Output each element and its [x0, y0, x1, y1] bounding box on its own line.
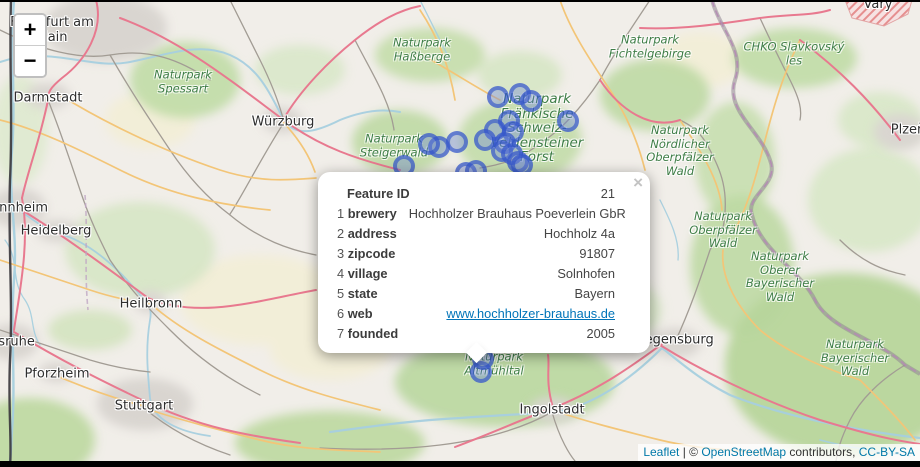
city-label: Karlsruhe	[0, 335, 35, 350]
popup-row-zipcode: 3 zipcode91807	[337, 244, 615, 264]
openstreetmap-link[interactable]: OpenStreetMap	[701, 445, 786, 459]
popup-close-button[interactable]: ×	[633, 176, 643, 190]
park-label: Naturpark Bayerischer Wald	[821, 338, 889, 379]
leaflet-link[interactable]: Leaflet	[643, 445, 679, 459]
popup-row-village: 4 villageSolnhofen	[337, 264, 615, 284]
brewery-website-link[interactable]: www.hochholzer-brauhaus.de	[446, 306, 615, 321]
popup-row-value: www.hochholzer-brauhaus.de	[373, 304, 615, 324]
popup-title-value: 21	[410, 184, 615, 204]
popup-row-value: Hochholz 4a	[397, 224, 615, 244]
popup-row-web: 6 web www.hochholzer-brauhaus.de	[337, 304, 615, 324]
brewery-marker[interactable]	[557, 110, 579, 132]
popup-rows: 1 breweryHochholzer Brauhaus Poeverlein …	[337, 204, 615, 344]
popup-row-label: 5 state	[337, 284, 378, 304]
park-label: CHKO Slavkovský les	[744, 41, 845, 68]
top-edge-bar	[0, 0, 920, 2]
zoom-in-button[interactable]: +	[15, 15, 45, 46]
popup-row-label: 2 address	[337, 224, 397, 244]
popup-row-state: 5 stateBayern	[337, 284, 615, 304]
popup-row-value: Bayern	[378, 284, 615, 304]
popup-row-label: 7 founded	[337, 324, 398, 344]
bottom-edge-bar	[0, 461, 920, 467]
city-label: Heilbronn	[120, 297, 183, 312]
city-label: Darmstadt	[14, 91, 83, 106]
popup-row-label: 3 zipcode	[337, 244, 395, 264]
city-label: Stuttgart	[115, 399, 173, 414]
attribution-sep2: contributors,	[786, 445, 859, 459]
popup-row-label: 6 web	[337, 304, 373, 324]
city-label: Pforzheim	[24, 367, 89, 382]
park-label: Naturpark Haßberge	[393, 37, 451, 64]
brewery-marker[interactable]	[418, 133, 440, 155]
popup-content-wrapper: × Feature ID 21 1 breweryHochholzer Brau…	[318, 172, 650, 353]
popup-row-label: 1 brewery	[337, 204, 397, 224]
city-label: Heidelberg	[21, 224, 92, 239]
feature-popup: × Feature ID 21 1 breweryHochholzer Brau…	[318, 172, 650, 353]
park-label: Naturpark Fichtelgebirge	[609, 34, 691, 61]
park-label: Naturpark Spessart	[154, 69, 212, 96]
brewery-marker[interactable]	[487, 86, 509, 108]
park-label: Naturpark Nördlicher Oberpfälzer Wald	[646, 124, 714, 178]
leaflet-map[interactable]: Frankfurt am MainDarmstadtWürzburgMannhe…	[0, 0, 920, 467]
popup-row-value: Solnhofen	[388, 264, 615, 284]
zoom-out-button[interactable]: −	[15, 46, 45, 76]
popup-title-row: Feature ID 21	[337, 184, 615, 204]
city-label: Ingolstadt	[519, 403, 584, 418]
popup-row-value: 2005	[398, 324, 615, 344]
attribution-bar: Leaflet | © OpenStreetMap contributors, …	[638, 444, 920, 461]
park-label: Naturpark Oberpfälzer Wald	[689, 210, 757, 251]
license-link[interactable]: CC-BY-SA	[859, 445, 915, 459]
popup-row-label: 4 village	[337, 264, 388, 284]
attribution-sep1: | ©	[679, 445, 701, 459]
popup-row-address: 2 addressHochholz 4a	[337, 224, 615, 244]
city-label: Plzeň	[891, 123, 920, 138]
brewery-marker[interactable]	[520, 90, 542, 112]
zoom-control: + −	[13, 13, 47, 78]
popup-row-value: Hochholzer Brauhaus Poeverlein GbR	[397, 204, 626, 224]
city-label: Würzburg	[252, 115, 315, 130]
popup-title: Feature ID	[347, 186, 410, 201]
popup-row-brewery: 1 breweryHochholzer Brauhaus Poeverlein …	[337, 204, 615, 224]
city-label: Mannheim	[0, 201, 48, 216]
park-label: Naturpark Oberer Bayerischer Wald	[746, 250, 814, 304]
popup-row-value: 91807	[395, 244, 615, 264]
